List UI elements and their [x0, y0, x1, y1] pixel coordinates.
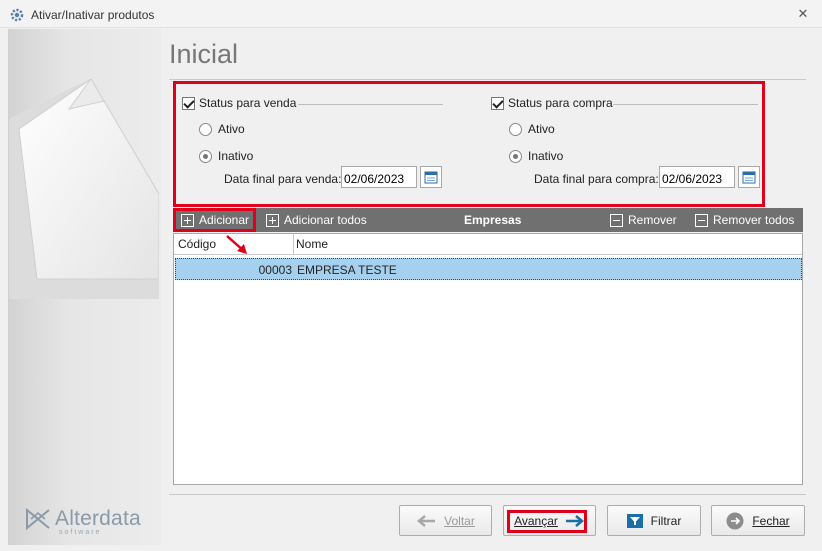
- grid-header: Código Nome: [174, 234, 802, 255]
- logo-text: Alterdata: [55, 507, 141, 530]
- alterdata-logo: Alterdata software: [25, 507, 141, 536]
- remove-all-button[interactable]: Remover todos: [695, 208, 794, 232]
- filter-button-label: Filtrar: [650, 513, 682, 528]
- row-codigo: 00003: [258, 263, 292, 277]
- document-illustration: [9, 79, 159, 299]
- footer-divider: [169, 494, 806, 495]
- column-codigo[interactable]: Código: [178, 237, 216, 251]
- window-title: Ativar/Inativar produtos: [31, 8, 155, 22]
- logo-subtext: software: [59, 529, 102, 536]
- red-arrow-annotation: [226, 235, 247, 254]
- status-highlight-annotation: [173, 81, 765, 207]
- close-button[interactable]: Fechar: [711, 505, 805, 536]
- add-all-label: Adicionar todos: [284, 213, 367, 227]
- table-row[interactable]: 00003 EMPRESA TESTE: [175, 258, 802, 280]
- add-highlight-annotation: [173, 208, 256, 232]
- filter-button[interactable]: Filtrar: [607, 505, 701, 536]
- empresas-grid[interactable]: Código Nome 00003 EMPRESA TESTE: [173, 233, 803, 485]
- filter-icon: [626, 513, 643, 528]
- back-button-label: Voltar: [444, 513, 475, 528]
- plus-box-icon: [266, 213, 279, 227]
- remove-all-label: Remover todos: [713, 213, 795, 227]
- gear-icon: [10, 8, 24, 22]
- title-bar: Ativar/Inativar produtos ✕: [0, 0, 822, 28]
- arrow-left-icon: [416, 514, 436, 527]
- close-button-label: Fechar: [752, 513, 790, 528]
- wizard-side-panel: Alterdata software: [8, 29, 161, 545]
- back-button[interactable]: Voltar: [399, 505, 492, 536]
- empresas-toolbar: Adicionar Adicionar todos Empresas Remov…: [173, 208, 803, 232]
- minus-box-icon: [610, 213, 623, 227]
- exit-icon: [726, 512, 744, 530]
- alterdata-logo-icon: [26, 507, 50, 531]
- page-title: Inicial: [169, 39, 239, 69]
- main-content: Inicial Status para venda Ativo Inativo …: [161, 29, 822, 551]
- column-separator[interactable]: [293, 234, 294, 255]
- column-nome[interactable]: Nome: [296, 237, 328, 251]
- title-divider: [169, 79, 806, 80]
- next-highlight-annotation: [507, 510, 587, 533]
- remove-button[interactable]: Remover: [610, 208, 677, 232]
- row-nome: EMPRESA TESTE: [297, 263, 397, 277]
- minus-box-icon: [695, 213, 708, 227]
- add-all-button[interactable]: Adicionar todos: [266, 208, 367, 232]
- remove-button-label: Remover: [628, 213, 677, 227]
- toolbar-title: Empresas: [464, 213, 522, 227]
- close-icon[interactable]: ✕: [796, 7, 810, 21]
